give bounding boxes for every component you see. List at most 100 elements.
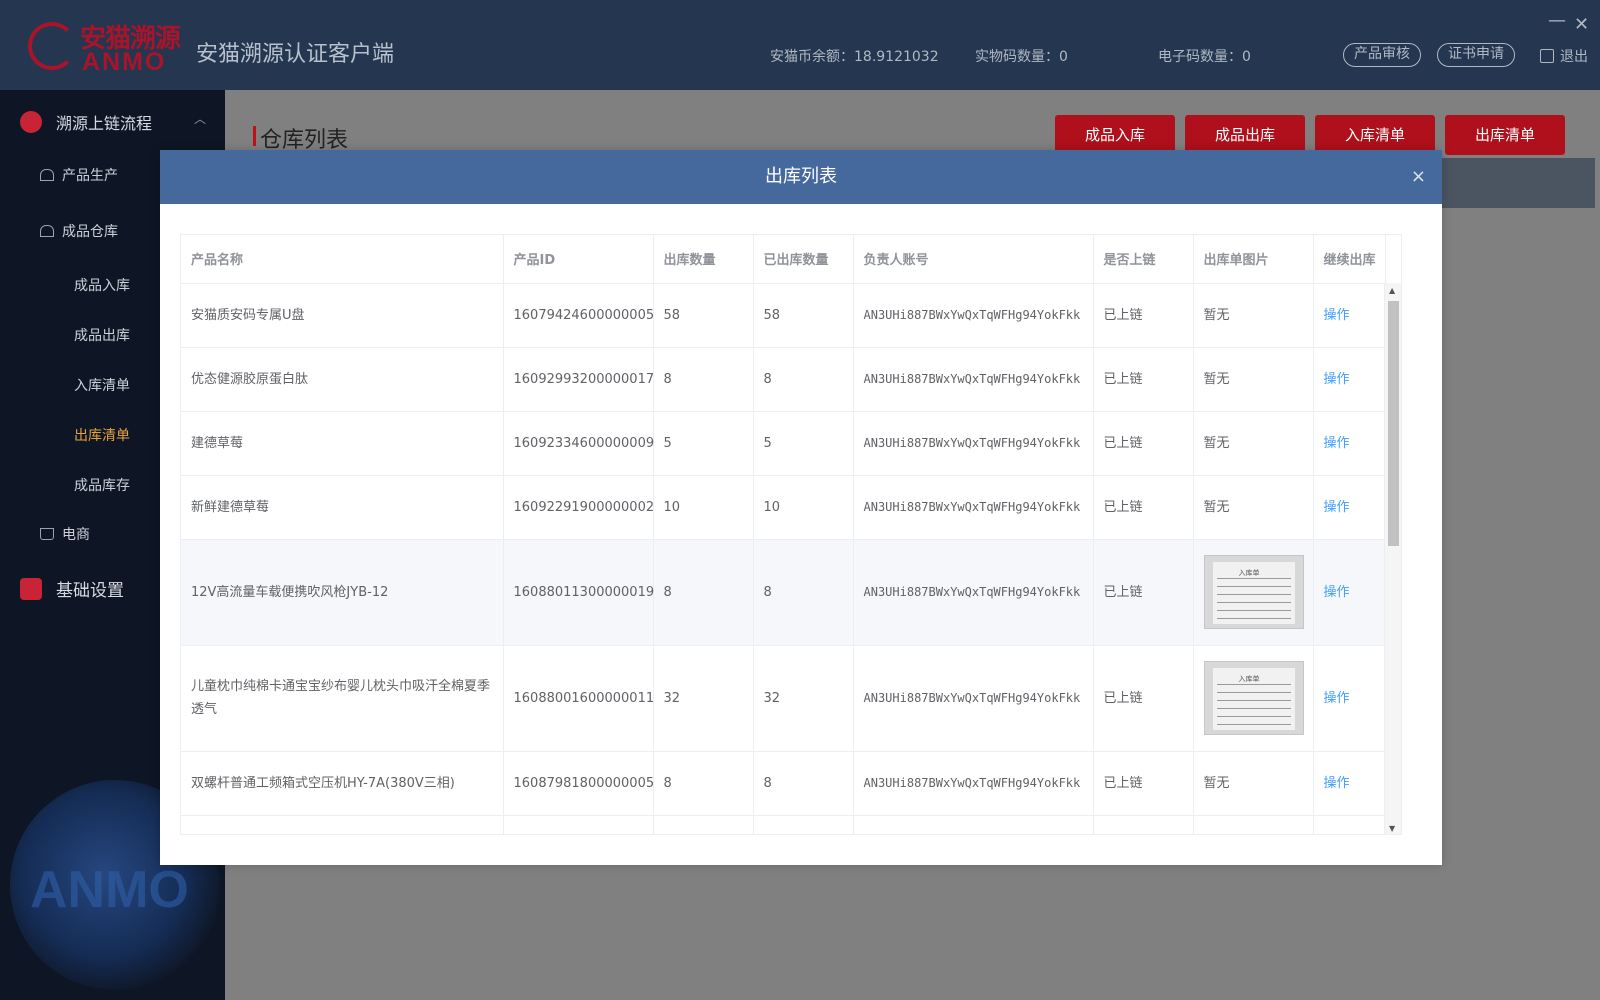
out-list-modal: 出库列表 × 产品名称 产品ID 出库数量 已出库数量 负责人账号 是否上链 出… [160,150,1442,865]
globe-watermark: ANMO [30,861,189,919]
sidebar-section-label: 基础设置 [56,581,124,601]
cell-image: 暂无 [1193,475,1314,540]
table-scrollbar[interactable]: ▲ ▼ [1384,283,1401,834]
table-row: 12V高流量车载便携吹风枪JYB-12 16088011300000019 8 … [181,539,1386,646]
logo-text-en: ANMO [82,48,167,76]
product-review-button[interactable]: 产品审核 [1343,43,1421,67]
modal-title: 出库列表 [765,166,837,187]
chevron-up-icon[interactable]: ︿ [194,110,206,127]
cell-name: 双螺杆普通工频箱式空压机HY-7A(380V三相) [181,751,504,816]
sidebar-item-label: 电商 [62,527,90,543]
cell-qty: 8 [653,539,754,646]
receipt-thumb-title: 入库单 [1238,569,1260,577]
modal-header: 出库列表 × [160,150,1442,204]
cell-id: 16092993200000017 [503,347,654,412]
table-row: 新鲜建德草莓 16092291900000002 10 10 AN3UHi887… [181,475,1386,540]
cell-id: 16088011300000019 [503,539,654,646]
app-title: 安猫溯源认证客户端 [196,42,395,67]
logout-button[interactable]: 退出 [1540,46,1588,66]
row-action-link[interactable]: 操作 [1324,436,1350,451]
row-action-link[interactable]: 操作 [1324,691,1350,706]
cell-id: 16088001600000011 [503,645,654,752]
cell-image: 暂无 [1193,411,1314,476]
cell-account: AN3UHi887BWxYwQxTqWFHg94YokFkk [853,283,1094,348]
stock-in-button[interactable]: 成品入库 [1055,115,1175,155]
sidebar-section-trace[interactable]: 溯源上链流程 [20,110,152,134]
cell-chain: 已上链 [1093,751,1194,816]
window-close-icon[interactable]: ✕ [1574,14,1589,35]
cell-id: 16092291900000002 [503,475,654,540]
cell-done: 8 [753,751,854,816]
cell-chain: 已上链 [1093,645,1194,752]
receipt-thumbnail[interactable]: 入库单 [1203,555,1304,629]
cell-done: 8 [753,347,854,412]
cell-qty: 10 [653,475,754,540]
out-list-table: 产品名称 产品ID 出库数量 已出库数量 负责人账号 是否上链 出库单图片 继续… [180,234,1402,835]
scroll-down-icon[interactable]: ▼ [1389,824,1395,833]
home-icon [40,225,54,237]
cell-image: 暂无 [1193,751,1314,816]
scrollbar-thumb[interactable] [1388,301,1399,546]
col-action: 继续出库 [1313,235,1386,284]
coin-balance: 安猫币余额：18.9121032 [770,49,939,65]
out-list-button[interactable]: 出库清单 [1445,115,1565,155]
cell-account: AN3UHi887BWxYwQxTqWFHg94YokFkk [853,645,1094,752]
col-done-qty: 已出库数量 [753,235,854,284]
table-row: 安猫质安码专属U盘 16079424600000005 58 58 AN3UHi… [181,283,1386,348]
cell-account: AN3UHi887BWxYwQxTqWFHg94YokFkk [853,751,1094,816]
sidebar-item-label: 成品仓库 [62,224,118,240]
sidebar-item-ecommerce[interactable]: 电商 [40,524,90,544]
col-image: 出库单图片 [1193,235,1314,284]
scroll-up-icon[interactable]: ▲ [1389,286,1395,295]
cell-account: AN3UHi887BWxYwQxTqWFHg94YokFkk [853,347,1094,412]
cell-done: 8 [753,539,854,646]
cell-account: AN3UHi887BWxYwQxTqWFHg94YokFkk [853,411,1094,476]
cell-name: 安猫质安码专属U盘 [181,283,504,348]
cert-apply-button[interactable]: 证书申请 [1437,43,1515,67]
cell-done: 32 [753,645,854,752]
row-action-link[interactable]: 操作 [1324,776,1350,791]
row-action-link[interactable]: 操作 [1324,372,1350,387]
receipt-thumbnail[interactable]: 入库单 [1203,661,1304,735]
cell-qty: 8 [653,751,754,816]
row-action-link[interactable]: 操作 [1324,308,1350,323]
sidebar-item-production[interactable]: 产品生产 [40,165,118,185]
cell-id: 16079424600000005 [503,283,654,348]
sidebar-item-stock-out[interactable]: 成品出库 [74,325,130,345]
cell-chain: 已上链 [1093,475,1194,540]
sidebar-section-settings[interactable]: 基础设置 [20,576,124,601]
stock-out-button[interactable]: 成品出库 [1185,115,1305,155]
cell-name: 儿童枕巾纯棉卡通宝宝纱布婴儿枕头巾吸汗全棉夏季透气 [181,645,504,752]
sidebar-section-label: 溯源上链流程 [56,114,153,133]
cell-done: 5 [753,411,854,476]
logout-icon [1540,49,1554,63]
modal-close-icon[interactable]: × [1411,150,1426,204]
minimize-icon[interactable]: — [1548,10,1566,31]
sidebar-item-warehouse[interactable]: 成品仓库 [40,221,118,241]
cell-qty: 5 [653,411,754,476]
in-list-button[interactable]: 入库清单 [1315,115,1435,155]
row-action-link[interactable]: 操作 [1324,500,1350,515]
app-header: 安猫溯源 ANMO 安猫溯源认证客户端 安猫币余额：18.9121032 实物码… [0,0,1600,90]
col-product-name: 产品名称 [181,235,504,284]
row-action-link[interactable]: 操作 [1324,585,1350,600]
sidebar-item-inventory[interactable]: 成品库存 [74,475,130,495]
cell-done: 58 [753,283,854,348]
cell-name: 12V高流量车载便携吹风枪JYB-12 [181,539,504,646]
app-logo: 安猫溯源 ANMO [28,18,188,76]
sidebar-item-in-list[interactable]: 入库清单 [74,375,130,395]
sidebar-item-out-list[interactable]: 出库清单 [74,425,130,445]
cell-name: 建德草莓 [181,411,504,476]
trace-flow-icon [20,111,42,133]
cell-image: 暂无 [1193,347,1314,412]
cell-qty: 58 [653,283,754,348]
cell-account: AN3UHi887BWxYwQxTqWFHg94YokFkk [853,539,1094,646]
table-row: 双螺杆普通工频箱式空压机HY-7A(380V三相) 16087981800000… [181,751,1386,816]
physical-code-count: 实物码数量：0 [975,49,1068,65]
table-header-row: 产品名称 产品ID 出库数量 已出库数量 负责人账号 是否上链 出库单图片 继续… [181,235,1386,284]
logout-label: 退出 [1560,49,1588,65]
cell-id: 16092334600000009 [503,411,654,476]
cart-icon [40,528,54,540]
sidebar-item-stock-in[interactable]: 成品入库 [74,275,130,295]
cell-id: 16087981800000005 [503,751,654,816]
